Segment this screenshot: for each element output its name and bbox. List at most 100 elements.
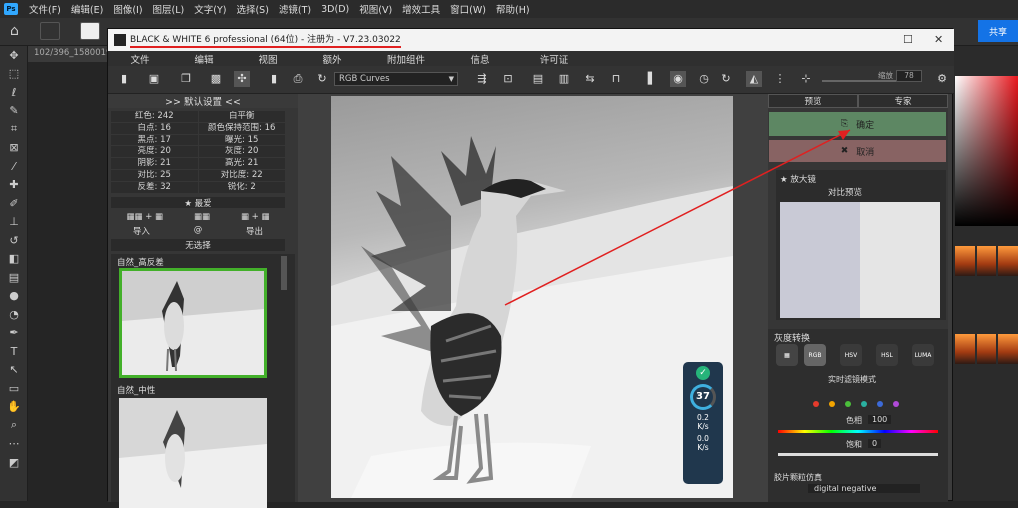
stamp-icon[interactable]: ⊥ (0, 213, 28, 232)
raw-icon[interactable]: ▩ (208, 71, 224, 87)
new-selection-button[interactable] (80, 22, 100, 40)
setting-item[interactable]: 曝光: 15 (198, 134, 285, 146)
setting-item[interactable]: 反差: 32 (111, 181, 198, 193)
save-icon[interactable]: ▮ (266, 71, 282, 87)
redo-icon[interactable]: ↻ (718, 71, 734, 87)
maximize-icon[interactable]: ☐ (903, 33, 913, 46)
color-dot-red[interactable] (813, 401, 819, 407)
network-speed-widget[interactable]: ✓ 37 0.2 K/s 0.0 K/s (683, 362, 723, 484)
document-tab[interactable]: 102/396_1580019 (28, 46, 118, 62)
import-button[interactable]: 导入 (133, 225, 150, 237)
setting-item[interactable]: 红色: 242 (111, 111, 198, 122)
preset-thumbnail[interactable] (119, 268, 267, 378)
profile-select[interactable]: RGB Curves (334, 72, 458, 86)
color-swatch-icon[interactable]: ◩ (0, 453, 28, 472)
plugin-menu-info[interactable]: 信息 (448, 52, 512, 66)
plugin-menu-edit[interactable]: 编辑 (172, 52, 236, 66)
list-icon[interactable]: ▤ (530, 71, 546, 87)
refresh-icon[interactable]: ↻ (314, 71, 330, 87)
setting-item[interactable]: 黑点: 17 (111, 134, 198, 146)
menu-image[interactable]: 图像(I) (108, 2, 147, 16)
film-grain-select[interactable]: digital negative (808, 484, 920, 493)
menu-file[interactable]: 文件(F) (24, 2, 66, 16)
plugin-menu-license[interactable]: 许可证 (512, 52, 596, 66)
export-button[interactable]: 导出 (246, 225, 263, 237)
color-dot-orange[interactable] (829, 401, 835, 407)
pen-icon[interactable]: ✒ (0, 324, 28, 343)
grid-mode-icon[interactable]: ▦ (776, 344, 798, 366)
crop-icon[interactable]: ⌗ (0, 120, 28, 139)
menu-layer[interactable]: 图层(L) (148, 2, 190, 16)
dodge-icon[interactable]: ◔ (0, 305, 28, 324)
color-dot-green[interactable] (845, 401, 851, 407)
plugin-menu-addons[interactable]: 附加组件 (364, 52, 448, 66)
marquee-option-button[interactable] (40, 22, 60, 40)
fav-op-merge[interactable]: ▦▦ + ▦ (126, 212, 163, 224)
favorites-header[interactable]: ★ 最爱 (111, 197, 285, 209)
mode-hsv[interactable]: HSV (840, 344, 862, 366)
path-select-icon[interactable]: ↖ (0, 361, 28, 380)
setting-item[interactable]: 亮度: 20 (111, 146, 198, 158)
shape-icon[interactable]: ▭ (0, 379, 28, 398)
hue-value[interactable]: 100 (868, 415, 892, 424)
mirror-icon[interactable]: ◭ (746, 71, 762, 87)
menu-type[interactable]: 文字(Y) (189, 2, 231, 16)
doc-icon[interactable]: ▥ (556, 71, 572, 87)
setting-item[interactable]: 颜色保持范围: 16 (198, 122, 285, 134)
magnifier-preview[interactable] (780, 202, 940, 318)
email-icon[interactable]: @ (194, 225, 203, 237)
move-tool-icon[interactable]: ✥ (0, 46, 28, 65)
menu-filter[interactable]: 滤镜(T) (274, 2, 316, 16)
preset-thumbnail[interactable] (119, 398, 267, 508)
print-icon[interactable]: ⎙ (290, 71, 306, 87)
color-picker-gradient[interactable] (955, 76, 1018, 226)
lasso-icon[interactable]: ℓ (0, 83, 28, 102)
brush-icon[interactable]: ✐ (0, 194, 28, 213)
settings-header[interactable]: >> 默认设置 << (108, 94, 298, 108)
menu-select[interactable]: 选择(S) (231, 2, 273, 16)
menu-3d[interactable]: 3D(D) (316, 4, 354, 15)
open-icon[interactable]: ▣ (146, 71, 162, 87)
color-dot-purple[interactable] (893, 401, 899, 407)
preset-scrollbar[interactable] (281, 256, 287, 290)
more-icon[interactable]: ⋯ (0, 435, 28, 454)
zoom-icon[interactable]: ⌕ (0, 416, 28, 435)
preview-image[interactable] (331, 96, 733, 498)
flip-icon[interactable]: ⋮ (772, 71, 788, 87)
color-dot-cyan[interactable] (861, 401, 867, 407)
quick-select-icon[interactable]: ✎ (0, 102, 28, 121)
menu-view[interactable]: 视图(V) (354, 2, 397, 16)
zoom-value[interactable]: 78 (896, 70, 922, 82)
tab-expert[interactable]: 专家 (858, 94, 948, 108)
gradient-icon[interactable]: ▤ (0, 268, 28, 287)
menu-plugins[interactable]: 增效工具 (397, 2, 445, 16)
saturation-slider[interactable] (778, 453, 938, 456)
export-icon[interactable]: ⊡ (500, 71, 516, 87)
share-button[interactable]: 共享 (978, 20, 1018, 42)
plugin-menu-file[interactable]: 文件 (108, 52, 172, 66)
eyedropper-icon[interactable]: ⁄ (0, 157, 28, 176)
mode-luma[interactable]: LUMA (912, 344, 934, 366)
cancel-button[interactable]: ✖ 取消 (769, 140, 946, 162)
new-file-icon[interactable]: ▮ (116, 71, 132, 87)
timer-icon[interactable]: ◷ (696, 71, 712, 87)
selection-dropdown[interactable]: 无选择 (111, 239, 285, 251)
plugin-menu-extra[interactable]: 额外 (300, 52, 364, 66)
live-filter-label[interactable]: 实时滤镜模式 (828, 374, 876, 385)
copy-icon[interactable]: ❐ (178, 71, 194, 87)
history-brush-icon[interactable]: ↺ (0, 231, 28, 250)
setting-item[interactable]: 灰度: 20 (198, 146, 285, 158)
setting-item[interactable]: 白点: 16 (111, 122, 198, 134)
blur-icon[interactable]: ● (0, 287, 28, 306)
setting-item[interactable]: 对比度: 22 (198, 169, 285, 181)
text-icon[interactable]: T (0, 342, 28, 361)
tools-icon[interactable]: ✣ (234, 71, 250, 87)
healing-icon[interactable]: ✚ (0, 176, 28, 195)
plugin-menu-view[interactable]: 视图 (236, 52, 300, 66)
view-icon[interactable]: ◉ (670, 71, 686, 87)
histogram-icon[interactable]: ▌ (644, 71, 660, 87)
eraser-icon[interactable]: ◧ (0, 250, 28, 269)
magnifier-compare[interactable]: 对比预览 (828, 186, 862, 198)
menu-edit[interactable]: 编辑(E) (66, 2, 108, 16)
setting-item[interactable]: 对比: 25 (111, 169, 198, 181)
